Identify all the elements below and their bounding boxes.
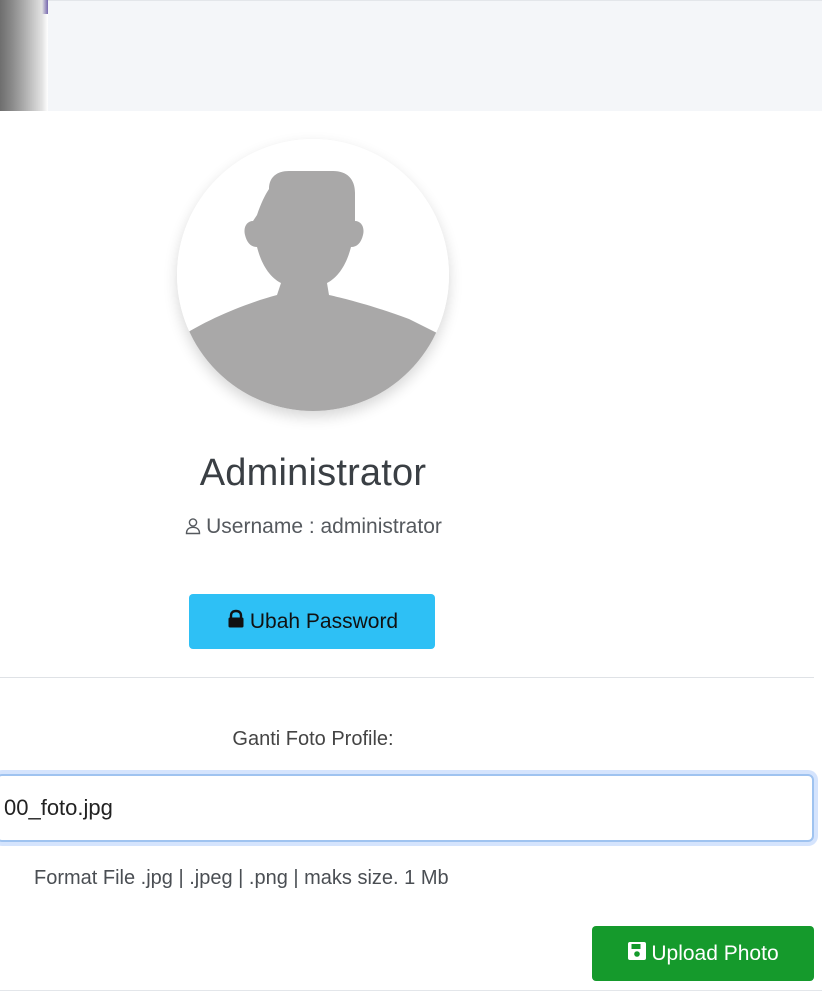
photo-file-input[interactable]: 00_foto.jpg <box>0 774 814 842</box>
save-icon <box>627 941 647 967</box>
file-input-value: 00_foto.jpg <box>4 795 113 820</box>
profile-avatar <box>177 139 449 411</box>
upload-photo-label: Ganti Foto Profile: <box>232 728 394 750</box>
username-text: Username : administrator <box>206 515 442 538</box>
profile-name: Administrator <box>199 452 427 494</box>
change-password-button[interactable]: Ubah Password <box>189 594 435 649</box>
user-silhouette-icon <box>177 139 449 411</box>
user-icon <box>184 517 202 541</box>
upload-photo-label-text: Upload Photo <box>651 941 779 965</box>
content-header <box>48 0 822 111</box>
lock-icon <box>226 609 246 635</box>
card-footer-divider <box>0 990 822 991</box>
username-line: Username : administrator <box>0 515 626 541</box>
file-format-hint: Format File .jpg | .jpeg | .png | maks s… <box>34 867 449 889</box>
change-password-label: Ubah Password <box>249 609 399 633</box>
section-divider <box>0 677 814 678</box>
upload-photo-button[interactable]: Upload Photo <box>592 926 814 981</box>
